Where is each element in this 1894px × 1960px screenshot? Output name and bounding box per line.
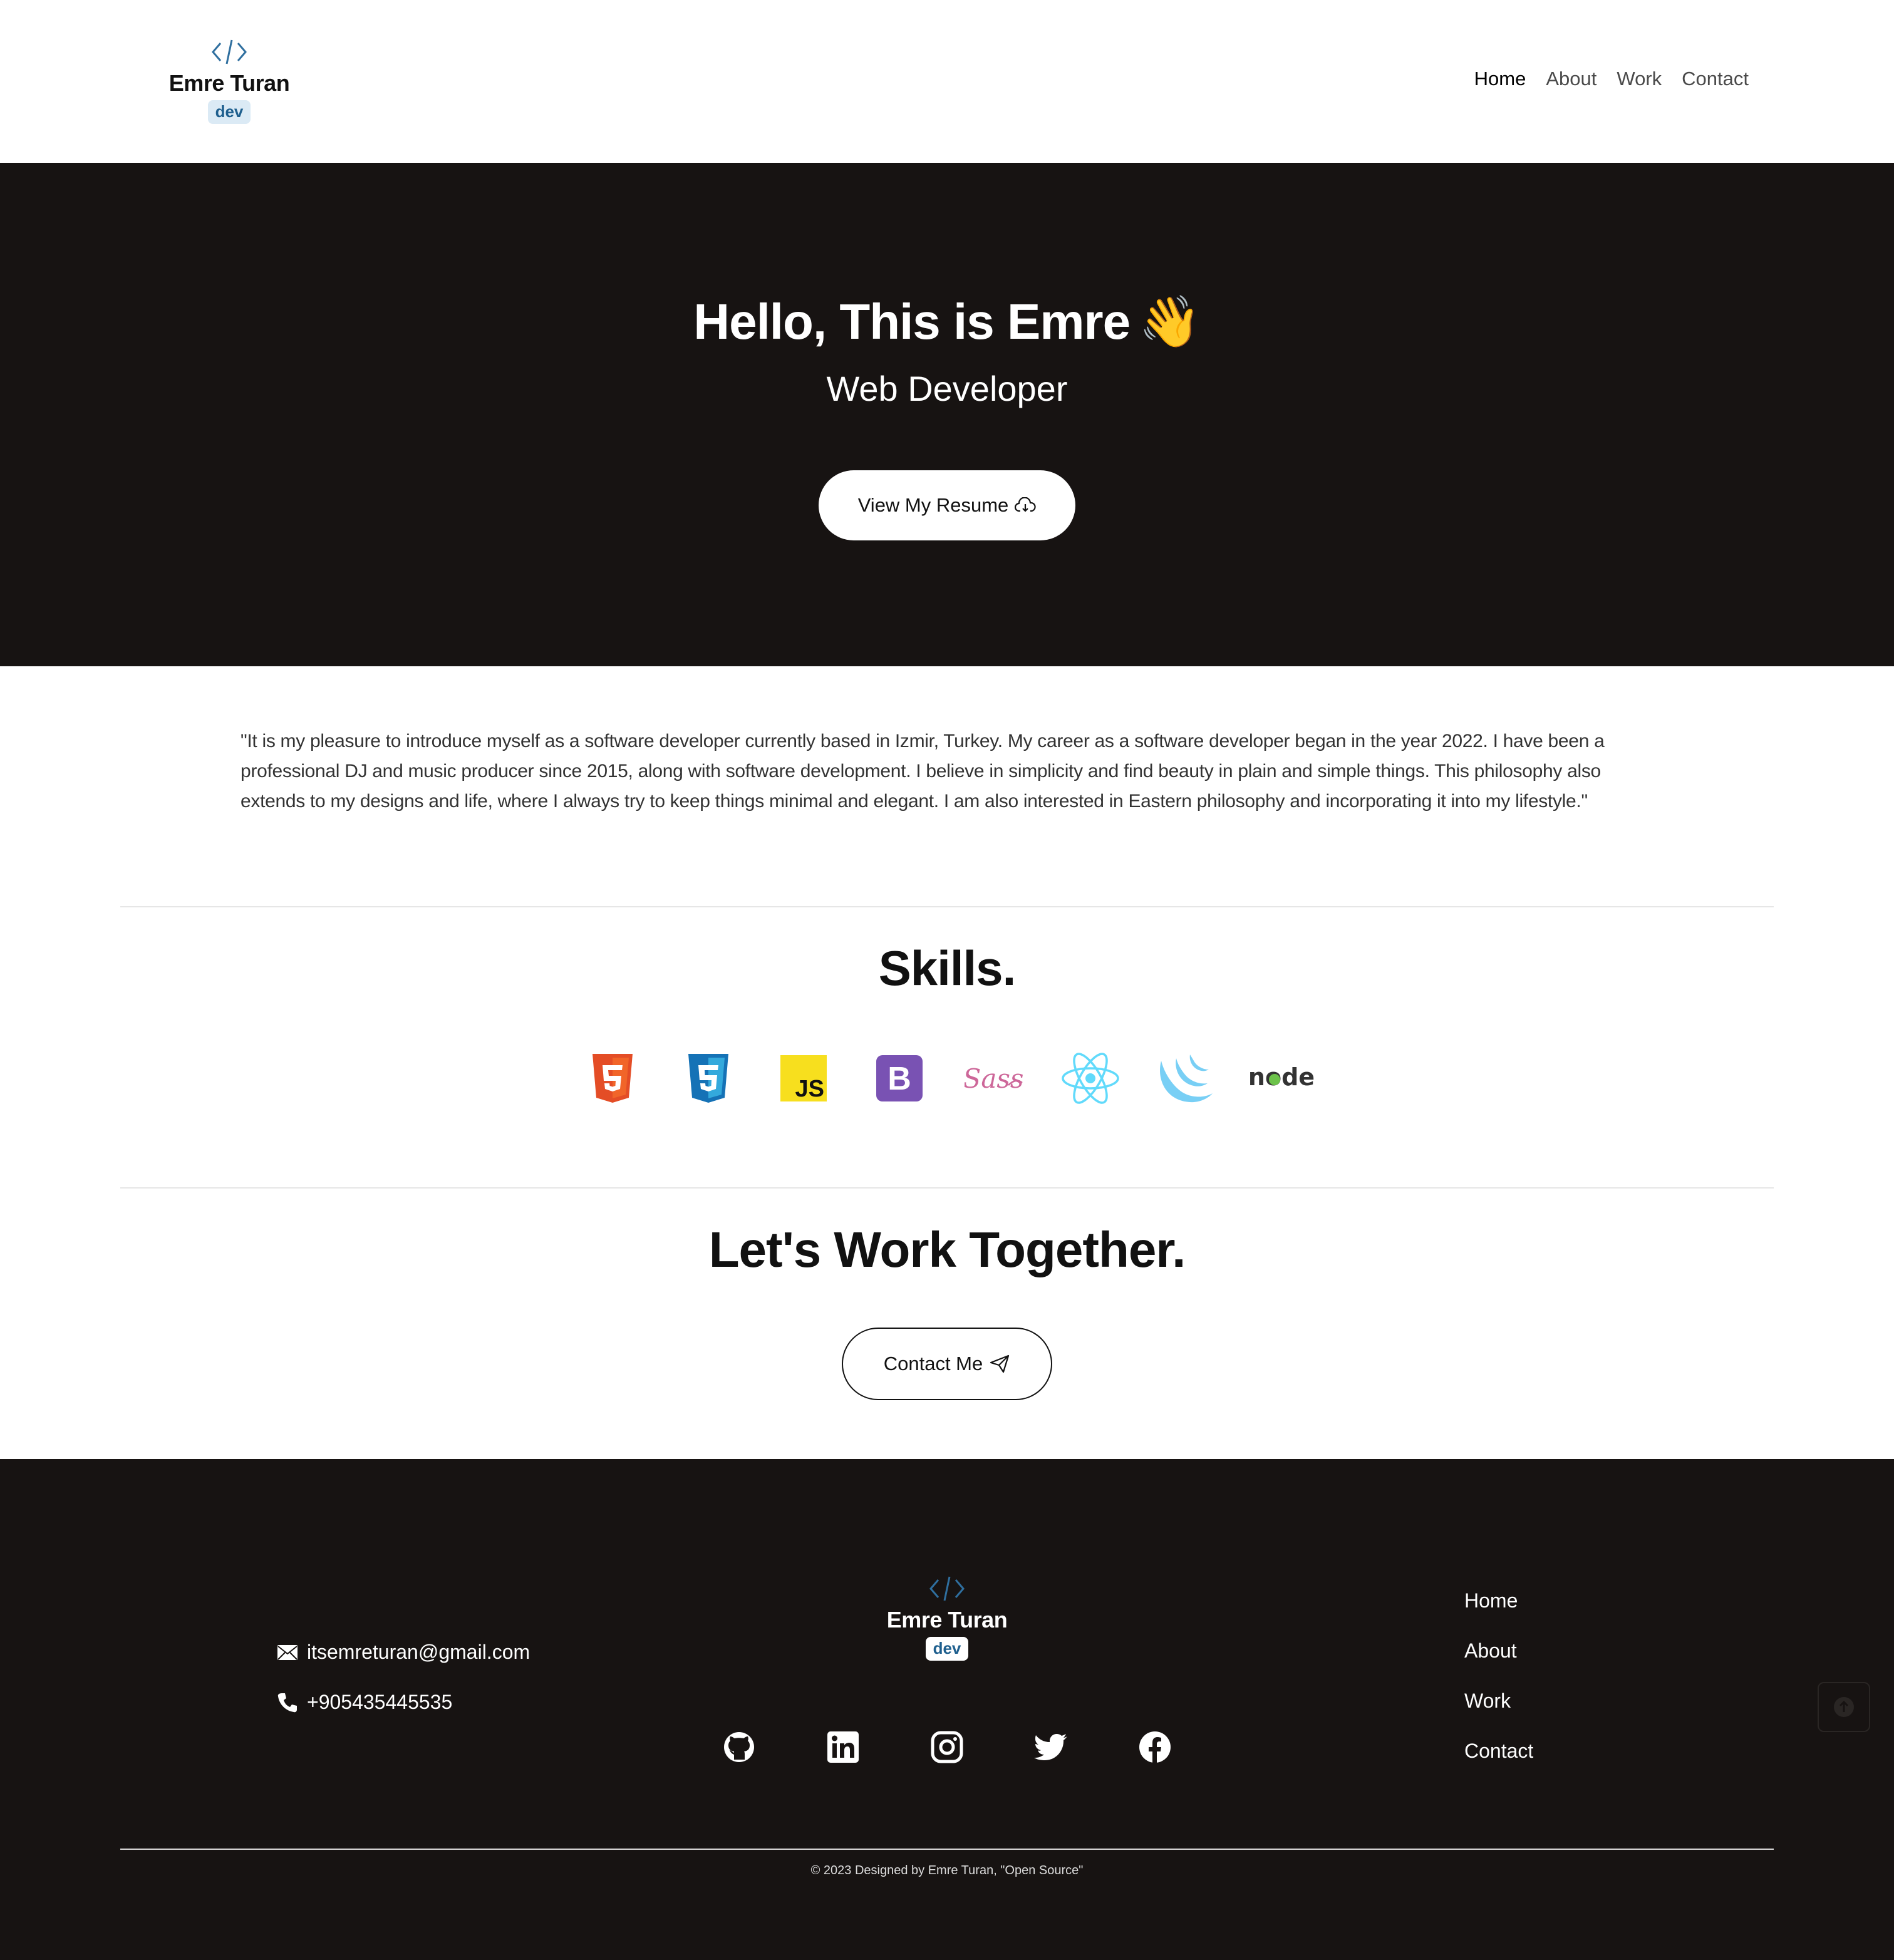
footer-nav-home[interactable]: Home <box>1464 1589 1533 1612</box>
nodejs-icon: node <box>1248 1063 1315 1091</box>
github-icon <box>724 1732 754 1762</box>
skill-react <box>1043 1047 1139 1110</box>
brand-name: Emre Turan <box>168 70 290 96</box>
skill-sass: Sass <box>947 1047 1043 1110</box>
skill-javascript: JS <box>756 1047 852 1110</box>
github-link[interactable] <box>714 1722 764 1772</box>
scroll-to-top-button[interactable] <box>1818 1682 1870 1732</box>
footer-email-text: itsemreturan@gmail.com <box>307 1641 530 1663</box>
footer-nav-contact[interactable]: Contact <box>1464 1740 1533 1762</box>
main-nav: Home About Work Contact <box>1474 68 1749 90</box>
javascript-icon-label: JS <box>795 1076 824 1101</box>
facebook-icon <box>1139 1731 1171 1763</box>
footer-logo[interactable]: Emre Turan dev <box>884 1574 1010 1661</box>
footer-email[interactable]: itsemreturan@gmail.com <box>277 1641 530 1664</box>
skill-bootstrap: B <box>852 1047 948 1110</box>
send-icon <box>990 1354 1010 1373</box>
hero-subtitle: Web Developer <box>826 369 1068 408</box>
about-text: "It is my pleasure to introduce myself a… <box>241 731 1605 812</box>
cloud-download-icon <box>1015 497 1036 512</box>
section-divider <box>120 906 1774 907</box>
hero-title-text: Hello, This is Emre <box>693 294 1131 349</box>
skills-title: Skills. <box>878 941 1016 996</box>
view-resume-button[interactable]: View My Resume <box>819 470 1075 540</box>
jquery-icon <box>1160 1055 1213 1103</box>
section-divider <box>120 1187 1774 1189</box>
contact-me-button[interactable]: Contact Me <box>842 1328 1052 1400</box>
hero-title: Hello, This is Emre 👋 <box>0 291 1894 353</box>
instagram-icon <box>931 1731 963 1763</box>
footer-phone[interactable]: +905435445535 <box>277 1691 452 1714</box>
skills-list: JS B Sass node <box>565 1047 1329 1110</box>
footer-nav-work[interactable]: Work <box>1464 1689 1533 1712</box>
contact-button-label: Contact Me <box>883 1353 983 1375</box>
skill-jquery <box>1138 1047 1234 1110</box>
brand-badge: dev <box>207 100 251 124</box>
code-icon <box>212 39 247 64</box>
twitter-icon <box>1034 1734 1067 1760</box>
footer-nav: Home About Work Contact <box>1464 1589 1533 1762</box>
work-together-title: Let's Work Together. <box>708 1222 1186 1277</box>
resume-button-label: View My Resume <box>857 494 1009 516</box>
arrow-up-icon <box>1834 1697 1854 1717</box>
site-footer: itsemreturan@gmail.com +905435445535 Emr… <box>0 1459 1894 1960</box>
hero-section: Hello, This is Emre 👋 Web Developer View … <box>0 163 1894 666</box>
footer-divider <box>120 1849 1774 1850</box>
react-icon <box>1062 1053 1119 1104</box>
twitter-link[interactable] <box>1026 1722 1076 1772</box>
footer-brand-name: Emre Turan <box>886 1607 1008 1632</box>
footer-brand-badge: dev <box>925 1637 969 1661</box>
footer-phone-text: +905435445535 <box>307 1691 453 1713</box>
nav-home[interactable]: Home <box>1474 68 1526 90</box>
nav-contact[interactable]: Contact <box>1682 68 1749 90</box>
header-logo[interactable]: Emre Turan dev <box>167 38 292 124</box>
sass-icon-label: Sass <box>965 1063 1023 1094</box>
linkedin-link[interactable] <box>818 1722 868 1772</box>
skill-css3 <box>661 1047 757 1110</box>
social-links <box>714 1722 1180 1772</box>
copyright-text: © 2023 Designed by Emre Turan, "Open Sou… <box>810 1864 1084 1877</box>
skill-html5 <box>565 1047 661 1110</box>
nav-work[interactable]: Work <box>1617 68 1662 90</box>
mail-icon <box>277 1644 298 1660</box>
site-header: Emre Turan dev Home About Work Contact <box>0 0 1894 163</box>
html5-icon <box>593 1054 633 1103</box>
javascript-icon: JS <box>780 1055 827 1101</box>
linkedin-icon <box>827 1731 859 1763</box>
code-icon <box>929 1576 965 1601</box>
bootstrap-icon: B <box>876 1055 923 1101</box>
footer-nav-about[interactable]: About <box>1464 1639 1533 1662</box>
waving-hand-icon: 👋 <box>1139 294 1201 349</box>
nodejs-icon-label: node <box>1248 1063 1315 1091</box>
facebook-link[interactable] <box>1130 1722 1180 1772</box>
sass-icon: Sass <box>965 1063 1023 1094</box>
nav-about[interactable]: About <box>1546 68 1596 90</box>
skill-nodejs: node <box>1234 1047 1330 1110</box>
bootstrap-icon-label: B <box>887 1061 911 1097</box>
css3-icon <box>688 1054 728 1103</box>
instagram-link[interactable] <box>922 1722 972 1772</box>
phone-icon <box>277 1693 297 1712</box>
